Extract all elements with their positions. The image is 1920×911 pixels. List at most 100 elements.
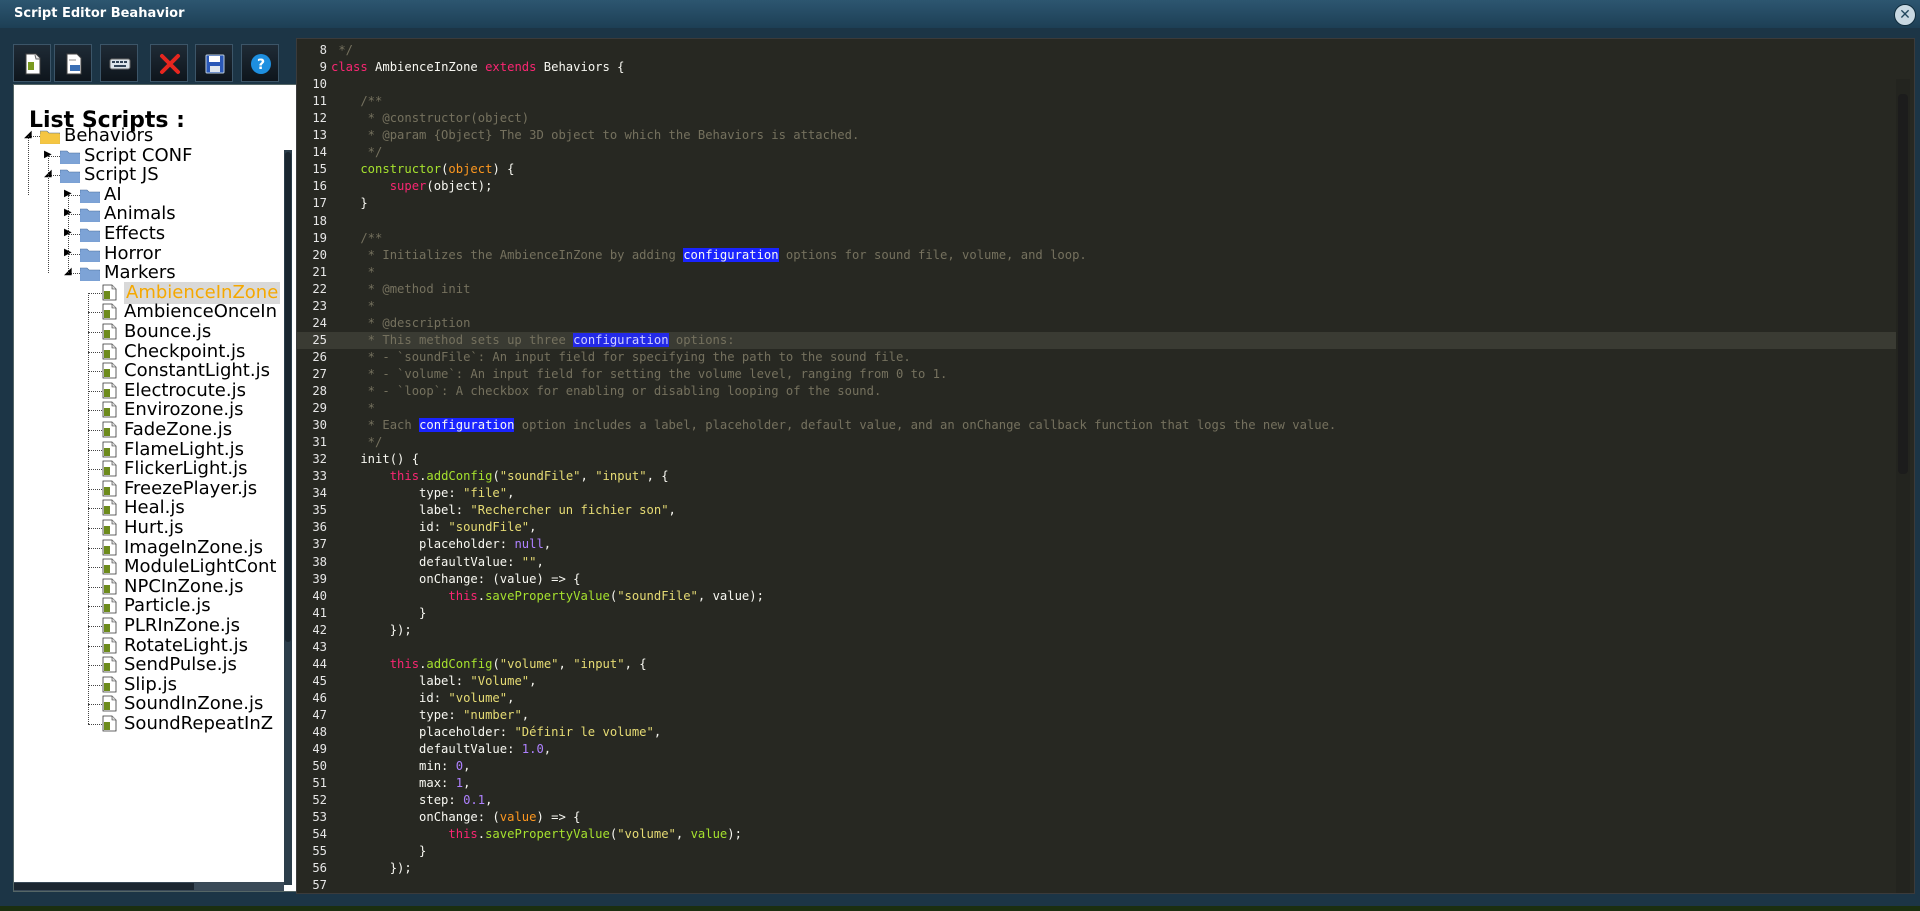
script-file-icon [102, 695, 117, 712]
code-line[interactable]: 41 } [297, 605, 1897, 622]
code-line[interactable]: 11 /** [297, 93, 1897, 110]
code-line[interactable]: 10 [297, 76, 1897, 93]
expand-arrow-icon[interactable]: ▶ [64, 247, 74, 258]
expand-arrow-icon[interactable]: ▶ [64, 188, 74, 199]
code-line[interactable]: 48 placeholder: "Définir le volume", [297, 724, 1897, 741]
editor-scroll-thumb[interactable] [1898, 94, 1908, 474]
code-line[interactable]: 56 }); [297, 860, 1897, 877]
code-token: , { [624, 656, 647, 671]
code-line[interactable]: 9 class AmbienceInZone extends Behaviors … [297, 59, 1897, 76]
code-line[interactable]: 36 id: "soundFile", [297, 519, 1897, 536]
code-line[interactable]: 32 init() { [297, 451, 1897, 468]
code-token: "volume" [499, 656, 559, 671]
code-line[interactable]: 40 this.savePropertyValue("soundFile", v… [297, 588, 1897, 605]
delete-button[interactable] [150, 44, 188, 82]
line-number: 8 [319, 43, 327, 57]
code-editor[interactable]: 8 */9 class AmbienceInZone extends Behavi… [296, 38, 1915, 894]
code-line[interactable]: 25 * This method sets up three configura… [297, 331, 1897, 349]
expand-arrow-icon[interactable]: ▶ [64, 228, 74, 238]
line-number: 47 [312, 707, 327, 722]
code-token: ); [727, 827, 742, 842]
tree-horizontal-scrollbar[interactable] [14, 882, 284, 891]
code-token: defaultValue: [331, 742, 522, 757]
code-text: } [331, 843, 426, 860]
code-line[interactable]: 16 super(object); [297, 178, 1897, 195]
code-line[interactable]: 31 */ [297, 434, 1897, 451]
code-line[interactable]: 52 step: 0.1, [297, 792, 1897, 809]
tree-scroll-thumb[interactable] [285, 152, 291, 642]
line-number: 37 [312, 537, 327, 552]
code-line[interactable]: 34 type: "file", [297, 485, 1897, 502]
code-token: , [558, 656, 574, 671]
code-line[interactable]: 8 */ [297, 42, 1897, 59]
code-line[interactable]: 12 * @constructor(object) [297, 110, 1897, 127]
collapse-arrow-icon[interactable]: ◢ [44, 169, 54, 179]
code-token: addConfig [426, 469, 493, 484]
code-line[interactable]: 22 * @method init [297, 281, 1897, 298]
code-line[interactable]: 38 defaultValue: "", [297, 554, 1897, 571]
save-button[interactable] [195, 44, 233, 82]
code-line[interactable]: 53 onChange: (value) => { [297, 809, 1897, 826]
code-line[interactable]: 44 this.addConfig("volume", "input", { [297, 656, 1897, 673]
code-token: , [536, 554, 544, 569]
tree-vertical-scrollbar[interactable] [284, 150, 292, 885]
code-line[interactable]: 17 } [297, 195, 1897, 212]
code-text: this.savePropertyValue("soundFile", valu… [331, 588, 764, 605]
code-line[interactable]: 57 [297, 877, 1897, 893]
collapse-arrow-icon[interactable]: ◢ [64, 267, 74, 277]
code-line[interactable]: 35 label: "Rechercher un fichier son", [297, 502, 1897, 519]
code-text: constructor(object) { [331, 161, 514, 178]
help-button[interactable]: ? [241, 44, 279, 82]
collapse-arrow-icon[interactable]: ◢ [24, 130, 34, 140]
code-line[interactable]: 29 * [297, 400, 1897, 417]
open-document-button[interactable] [54, 44, 92, 82]
code-line[interactable]: 24 * @description [297, 315, 1897, 332]
code-line[interactable]: 33 this.addConfig("soundFile", "input", … [297, 468, 1897, 485]
code-line[interactable]: 26 * - `soundFile`: An input field for s… [297, 349, 1897, 366]
code-line[interactable]: 47 type: "number", [297, 707, 1897, 724]
expand-arrow-icon[interactable]: ▶ [64, 208, 74, 218]
code-line[interactable]: 28 * - `loop`: A checkbox for enabling o… [297, 383, 1897, 400]
code-line[interactable]: 14 */ [297, 144, 1897, 161]
code-line[interactable]: 20 * Initializes the AmbienceInZone by a… [297, 247, 1897, 264]
code-line[interactable]: 54 this.savePropertyValue("volume", valu… [297, 826, 1897, 843]
line-number: 13 [312, 128, 327, 143]
line-number: 22 [312, 281, 327, 296]
line-number: 9 [319, 60, 327, 75]
code-line[interactable]: 42 }); [297, 622, 1897, 639]
code-line[interactable]: 49 defaultValue: 1.0, [297, 741, 1897, 758]
code-line[interactable]: 19 /** [297, 230, 1897, 247]
code-token: "soundFile" [617, 588, 698, 603]
code-text: } [331, 195, 367, 212]
close-button[interactable]: ✕ [1894, 4, 1916, 26]
code-line[interactable]: 55 } [297, 843, 1897, 860]
code-line[interactable]: 51 max: 1, [297, 775, 1897, 792]
line-number: 55 [312, 844, 327, 859]
code-line[interactable]: 13 * @param {Object} The 3D object to wh… [297, 127, 1897, 144]
code-line[interactable]: 46 id: "volume", [297, 690, 1897, 707]
code-line[interactable]: 50 min: 0, [297, 758, 1897, 775]
tree-hscroll-thumb[interactable] [14, 883, 194, 890]
code-text: * Initializes the AmbienceInZone by addi… [331, 247, 1087, 264]
expand-arrow-icon[interactable]: ▶ [44, 149, 54, 160]
code-token: defaultValue: [331, 554, 522, 569]
code-token: configuration [683, 247, 779, 262]
title-bar: Script Editor Beahavior ✕ [0, 0, 1920, 29]
tree-file[interactable]: SoundRepeatInZ [14, 713, 284, 735]
line-number: 41 [312, 605, 327, 620]
code-line[interactable]: 23 * [297, 298, 1897, 315]
code-token: "volume" [617, 827, 676, 842]
code-line[interactable]: 39 onChange: (value) => { [297, 571, 1897, 588]
keyboard-button[interactable] [100, 44, 138, 82]
code-line[interactable]: 37 placeholder: null, [297, 536, 1897, 553]
line-number: 57 [312, 878, 327, 893]
code-line[interactable]: 15 constructor(object) { [297, 161, 1897, 178]
code-line[interactable]: 43 [297, 639, 1897, 656]
code-line[interactable]: 18 [297, 213, 1897, 230]
code-line[interactable]: 30 * Each configuration option includes … [297, 417, 1897, 434]
new-script-button[interactable] [13, 44, 51, 82]
code-line[interactable]: 45 label: "Volume", [297, 673, 1897, 690]
code-line[interactable]: 21 * [297, 264, 1897, 281]
code-line[interactable]: 27 * - `volume`: An input field for sett… [297, 366, 1897, 383]
code-token: options for sound file, volume, and loop… [778, 247, 1087, 262]
